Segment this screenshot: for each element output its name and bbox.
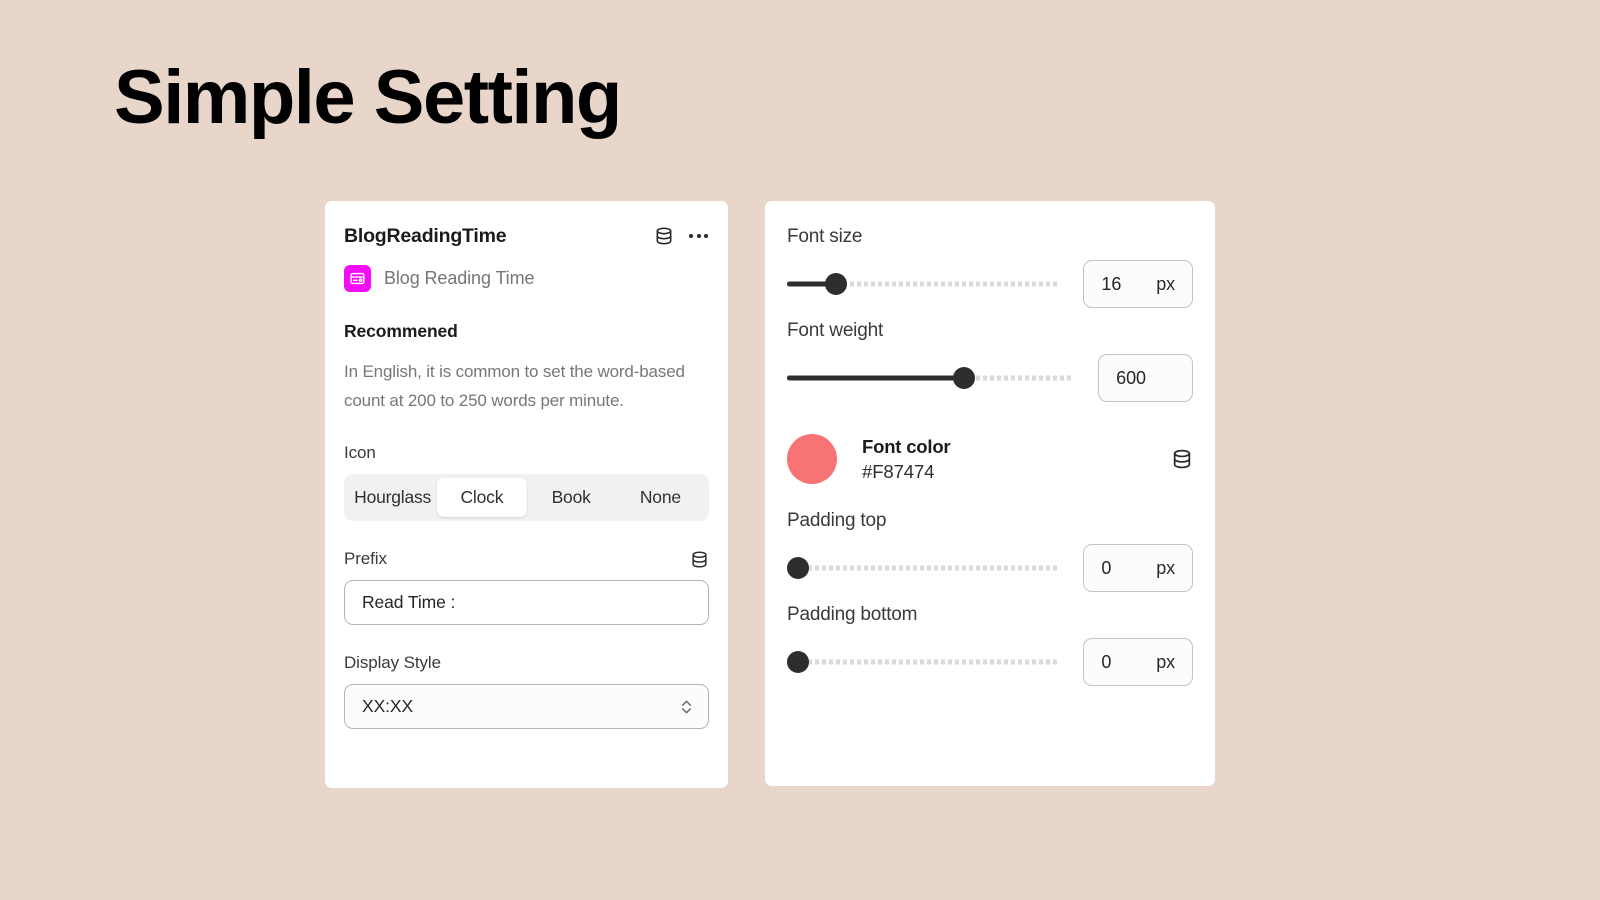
panel-header: BlogReadingTime [344, 223, 709, 249]
dot [689, 234, 693, 238]
padding-top-group: Padding top 0 px [786, 510, 1193, 596]
padding-top-slider[interactable] [786, 540, 1058, 596]
prefix-field-label: Prefix [344, 549, 387, 569]
display-style-select[interactable]: XX:XX [344, 684, 709, 730]
font-size-unit: px [1156, 273, 1175, 294]
padding-bottom-slider[interactable] [786, 634, 1058, 690]
padding-bottom-value: 0 [1101, 651, 1112, 672]
padding-top-label: Padding top [787, 510, 887, 531]
padding-bottom-group: Padding bottom 0 px [786, 604, 1193, 690]
blog-reading-time-app-icon [344, 265, 371, 292]
font-size-group: Font size 16 px [787, 226, 1193, 312]
slider-thumb[interactable] [824, 273, 847, 295]
display-style-field-label: Display Style [344, 653, 441, 673]
chevron-up-down-icon[interactable] [679, 697, 694, 716]
padding-bottom-input[interactable]: 0 px [1083, 638, 1193, 686]
font-weight-slider[interactable] [787, 350, 1073, 406]
slider-track [787, 659, 1058, 665]
padding-top-value: 0 [1101, 557, 1112, 578]
font-size-row: 16 px [787, 256, 1193, 312]
segment-book[interactable]: Book [527, 478, 616, 517]
typography-settings-panel: Font size 16 px Font weight 600 Font col… [765, 201, 1215, 786]
padding-top-input[interactable]: 0 px [1083, 544, 1193, 592]
segment-clock[interactable]: Clock [437, 478, 527, 518]
padding-bottom-unit: px [1156, 651, 1175, 672]
database-icon[interactable] [690, 550, 709, 569]
app-name: Blog Reading Time [384, 268, 535, 288]
dot [704, 234, 708, 238]
segment-none[interactable]: None [616, 478, 705, 517]
display-style-select-wrap: XX:XX [344, 684, 709, 730]
more-options-icon[interactable] [688, 228, 709, 244]
icon-segmented-control[interactable]: Hourglass Clock Book None [344, 474, 709, 522]
panel-title: BlogReadingTime [344, 224, 507, 247]
app-identity-row: Blog Reading Time [344, 265, 709, 292]
database-icon[interactable] [1171, 448, 1193, 470]
font-weight-value: 600 [1116, 367, 1146, 388]
font-color-swatch[interactable] [787, 434, 837, 484]
padding-top-row: 0 px [786, 540, 1193, 596]
page-title: Simple Setting [114, 55, 622, 140]
font-weight-input[interactable]: 600 [1098, 354, 1193, 402]
font-size-slider[interactable] [787, 256, 1058, 312]
font-weight-row: 600 [787, 350, 1193, 406]
font-size-input[interactable]: 16 px [1083, 260, 1193, 308]
blog-reading-time-panel: BlogReadingTime Blog Reading Time Recomm… [325, 201, 728, 788]
slider-thumb[interactable] [952, 367, 975, 389]
slider-thumb[interactable] [786, 651, 809, 673]
prefix-label-row: Prefix [344, 549, 709, 569]
display-style-field: Display Style XX:XX [344, 653, 709, 730]
slider-thumb[interactable] [786, 557, 809, 579]
font-color-row: Font color #F87474 [787, 432, 1193, 486]
recommended-body: In English, it is common to set the word… [344, 362, 685, 411]
dot [696, 234, 701, 238]
recommended-heading: Recommened [344, 321, 458, 341]
font-weight-group: Font weight 600 [787, 320, 1193, 406]
font-color-texts: Font color #F87474 [862, 436, 1171, 483]
font-size-label: Font size [787, 226, 863, 247]
database-icon[interactable] [654, 226, 674, 246]
font-color-hex: #F87474 [862, 460, 935, 482]
padding-bottom-row: 0 px [786, 634, 1193, 690]
padding-bottom-label: Padding bottom [787, 604, 918, 625]
panel-header-actions [654, 226, 709, 246]
slider-track [787, 565, 1058, 571]
padding-top-unit: px [1156, 557, 1175, 578]
font-weight-label: Font weight [787, 320, 884, 341]
icon-field: Icon Hourglass Clock Book None [344, 443, 709, 522]
prefix-input[interactable] [344, 580, 709, 626]
font-color-label: Font color [862, 435, 951, 457]
slider-fill [787, 375, 964, 381]
segment-hourglass[interactable]: Hourglass [348, 478, 437, 517]
font-size-value: 16 [1101, 273, 1122, 294]
prefix-field: Prefix [344, 549, 709, 626]
icon-field-label: Icon [344, 443, 376, 463]
